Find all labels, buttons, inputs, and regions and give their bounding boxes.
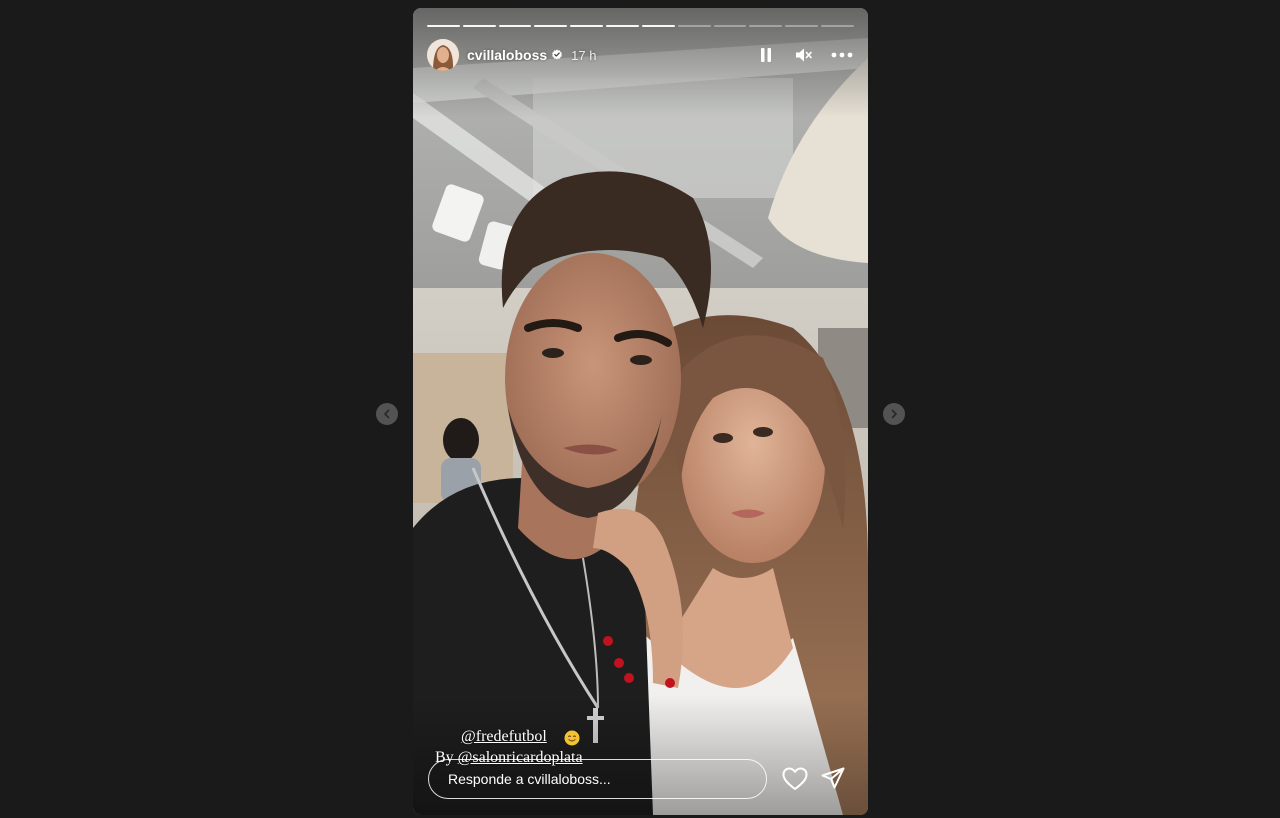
share-button[interactable] bbox=[820, 766, 846, 792]
mention-fredefutbol[interactable]: @fredefutbol bbox=[461, 728, 547, 746]
more-options-icon bbox=[831, 52, 853, 58]
story-viewer: cvillaloboss 17 h @fredefutbol By @salon… bbox=[0, 0, 1280, 818]
progress-segment bbox=[570, 25, 604, 27]
pause-button[interactable] bbox=[754, 43, 778, 67]
reply-input[interactable]: Responde a cvillaloboss... bbox=[428, 759, 767, 799]
chevron-left-icon bbox=[384, 409, 390, 419]
progress-segment bbox=[462, 25, 496, 27]
previous-story-button[interactable] bbox=[376, 403, 398, 425]
progress-segment bbox=[606, 25, 639, 27]
progress-segment bbox=[821, 25, 854, 27]
story-photo bbox=[413, 8, 868, 815]
chevron-right-icon bbox=[891, 409, 897, 419]
speaker-muted-icon bbox=[796, 48, 812, 62]
story-progress-bar bbox=[427, 25, 854, 27]
next-story-button[interactable] bbox=[883, 403, 905, 425]
progress-segment bbox=[498, 25, 532, 27]
progress-segment bbox=[427, 25, 460, 27]
progress-segment bbox=[749, 25, 783, 27]
like-button[interactable] bbox=[781, 766, 809, 792]
pause-icon bbox=[761, 48, 771, 62]
smiling-face-emoji-icon bbox=[564, 730, 580, 746]
more-options-button[interactable] bbox=[830, 43, 854, 67]
username[interactable]: cvillaloboss bbox=[467, 47, 547, 63]
story-header: cvillaloboss 17 h bbox=[427, 38, 854, 72]
story-timestamp: 17 h bbox=[571, 47, 597, 63]
story-card[interactable]: cvillaloboss 17 h @fredefutbol By @salon… bbox=[413, 8, 868, 815]
mute-button[interactable] bbox=[792, 43, 816, 67]
progress-segment bbox=[713, 25, 747, 27]
progress-segment bbox=[785, 25, 819, 27]
paper-plane-icon bbox=[821, 767, 845, 789]
reply-placeholder: Responde a cvillaloboss... bbox=[448, 771, 611, 787]
heart-icon bbox=[782, 767, 808, 790]
progress-segment bbox=[677, 25, 711, 27]
verified-badge-icon bbox=[552, 49, 563, 60]
progress-segment bbox=[534, 25, 568, 27]
progress-segment bbox=[641, 25, 675, 27]
avatar[interactable] bbox=[427, 39, 459, 71]
